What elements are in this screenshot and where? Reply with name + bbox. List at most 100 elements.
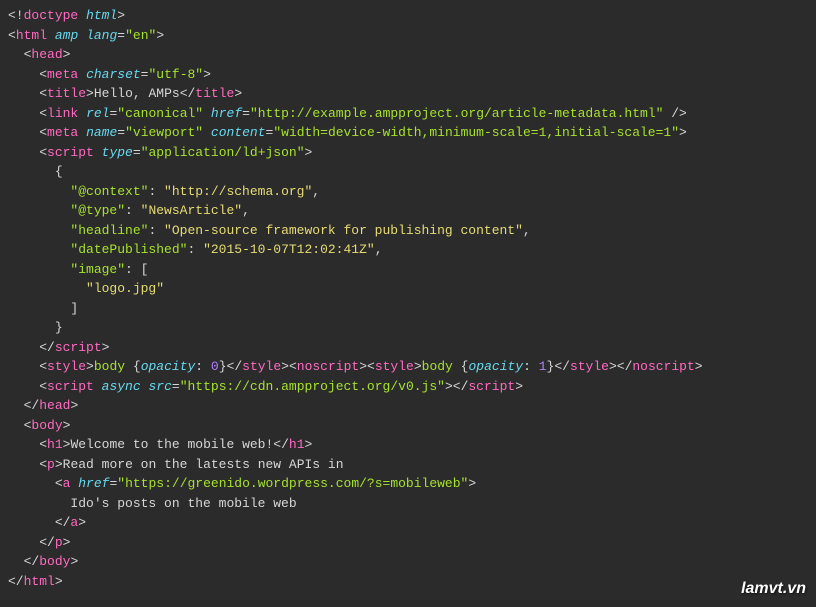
code-token: "viewport" bbox=[125, 125, 203, 140]
code-token: "en" bbox=[125, 28, 156, 43]
code-token: opacity bbox=[141, 359, 196, 374]
code-token: = bbox=[133, 145, 141, 160]
code-token: > bbox=[117, 8, 125, 23]
code-line: <meta name="viewport" content="width=dev… bbox=[8, 123, 808, 143]
code-token: body bbox=[94, 359, 133, 374]
code-token: "http://example.ampproject.org/article-m… bbox=[250, 106, 663, 121]
code-token: > bbox=[468, 476, 476, 491]
code-line: <head> bbox=[8, 45, 808, 65]
code-token: < bbox=[39, 106, 47, 121]
code-token: <! bbox=[8, 8, 24, 23]
code-token: rel bbox=[86, 106, 109, 121]
code-token: > bbox=[156, 28, 164, 43]
code-token: </ bbox=[24, 398, 40, 413]
code-token: html bbox=[16, 28, 47, 43]
code-token: name bbox=[86, 125, 117, 140]
code-token: href bbox=[78, 476, 109, 491]
code-token: "@type" bbox=[70, 203, 125, 218]
code-token bbox=[78, 106, 86, 121]
code-token: Ido's posts on the mobile web bbox=[70, 496, 296, 511]
code-token: < bbox=[39, 67, 47, 82]
code-token: link bbox=[47, 106, 78, 121]
code-token: script bbox=[55, 340, 102, 355]
code-token: "utf-8" bbox=[148, 67, 203, 82]
code-token: async bbox=[102, 379, 141, 394]
code-token: 1 bbox=[539, 359, 547, 374]
code-token: "logo.jpg" bbox=[86, 281, 164, 296]
code-token: </ bbox=[39, 340, 55, 355]
code-line: </script> bbox=[8, 338, 808, 358]
code-token: body bbox=[31, 418, 62, 433]
code-token: 0 bbox=[211, 359, 219, 374]
code-token: > bbox=[78, 515, 86, 530]
code-token: </ bbox=[180, 86, 196, 101]
code-token: h1 bbox=[289, 437, 305, 452]
code-line: </a> bbox=[8, 513, 808, 533]
code-line: <script type="application/ld+json"> bbox=[8, 143, 808, 163]
code-token: </ bbox=[8, 574, 24, 589]
code-token: < bbox=[55, 476, 63, 491]
code-token: > bbox=[609, 359, 617, 374]
code-token: html bbox=[86, 8, 117, 23]
code-token: </ bbox=[453, 379, 469, 394]
code-token: opacity bbox=[468, 359, 523, 374]
code-line: { bbox=[8, 162, 808, 182]
code-token bbox=[78, 28, 86, 43]
code-token: href bbox=[211, 106, 242, 121]
code-token: body bbox=[422, 359, 461, 374]
code-token: style bbox=[47, 359, 86, 374]
code-token: Welcome to the mobile web! bbox=[70, 437, 273, 452]
code-token: > bbox=[203, 67, 211, 82]
code-token: </ bbox=[273, 437, 289, 452]
code-token: "width=device-width,minimum-scale=1,init… bbox=[273, 125, 679, 140]
code-token: } bbox=[219, 359, 227, 374]
code-token: : bbox=[523, 359, 539, 374]
code-token: "2015-10-07T12:02:41Z" bbox=[203, 242, 375, 257]
code-token: doctype bbox=[24, 8, 79, 23]
code-token: < bbox=[39, 145, 47, 160]
code-token bbox=[203, 106, 211, 121]
code-line: <h1>Welcome to the mobile web!</h1> bbox=[8, 435, 808, 455]
code-line: "datePublished": "2015-10-07T12:02:41Z", bbox=[8, 240, 808, 260]
code-token: html bbox=[24, 574, 55, 589]
code-token: body bbox=[39, 554, 70, 569]
code-token: > bbox=[695, 359, 703, 374]
code-line: <title>Hello, AMPs</title> bbox=[8, 84, 808, 104]
code-token: > bbox=[102, 340, 110, 355]
code-line: </head> bbox=[8, 396, 808, 416]
code-line: "@context": "http://schema.org", bbox=[8, 182, 808, 202]
code-token: amp bbox=[55, 28, 78, 43]
code-line: Ido's posts on the mobile web bbox=[8, 494, 808, 514]
code-token bbox=[78, 8, 86, 23]
code-token: "canonical" bbox=[117, 106, 203, 121]
code-token: "https://greenido.wordpress.com/?s=mobil… bbox=[117, 476, 468, 491]
code-token: = bbox=[117, 125, 125, 140]
code-token: > bbox=[515, 379, 523, 394]
code-line: ] bbox=[8, 299, 808, 319]
code-token: < bbox=[8, 28, 16, 43]
code-token: script bbox=[47, 379, 94, 394]
code-token: Read more on the latests new APIs in bbox=[63, 457, 344, 472]
code-token: > bbox=[445, 379, 453, 394]
code-token: charset bbox=[86, 67, 141, 82]
code-token: h1 bbox=[47, 437, 63, 452]
code-token: { bbox=[55, 164, 63, 179]
code-token: < bbox=[39, 457, 47, 472]
code-token: "@context" bbox=[70, 184, 148, 199]
code-token: p bbox=[47, 457, 55, 472]
code-token bbox=[94, 145, 102, 160]
code-token: head bbox=[39, 398, 70, 413]
code-editor: <!doctype html><html amp lang="en"> <hea… bbox=[8, 6, 808, 591]
code-token: </ bbox=[554, 359, 570, 374]
code-line: <!doctype html> bbox=[8, 6, 808, 26]
code-token: </ bbox=[24, 554, 40, 569]
code-token: < bbox=[39, 379, 47, 394]
code-token: </ bbox=[617, 359, 633, 374]
code-token: "headline" bbox=[70, 223, 148, 238]
code-token: > bbox=[70, 554, 78, 569]
code-line: <style>body {opacity: 0}</style><noscrip… bbox=[8, 357, 808, 377]
code-token bbox=[78, 67, 86, 82]
code-token: > bbox=[55, 574, 63, 589]
code-token: : bbox=[195, 359, 211, 374]
code-token bbox=[203, 125, 211, 140]
